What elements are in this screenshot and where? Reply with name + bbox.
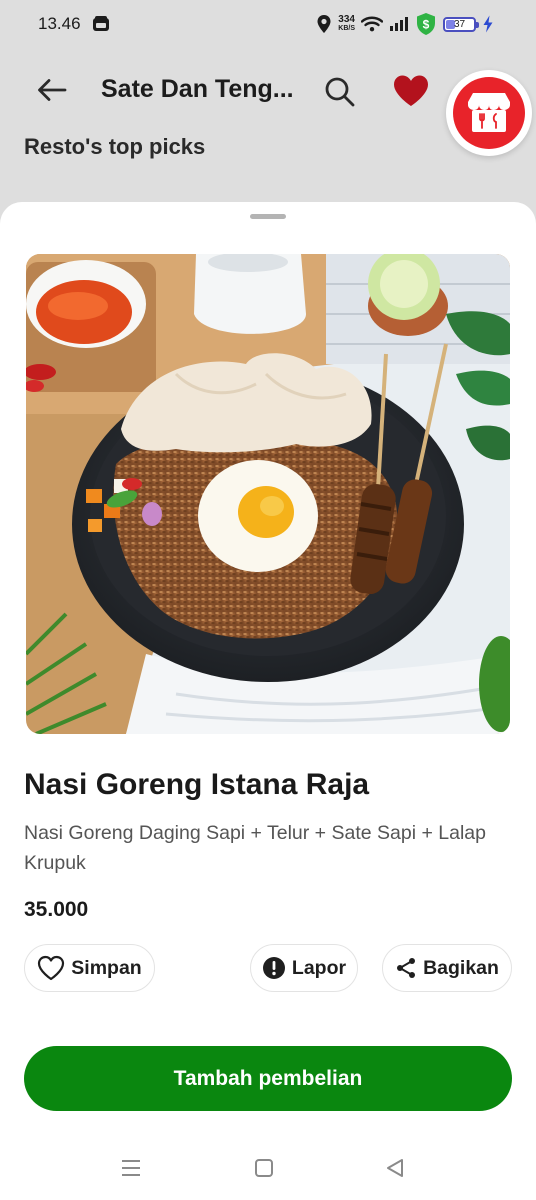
location-icon <box>317 15 331 33</box>
menu-icon <box>122 1160 140 1176</box>
recent-apps-button[interactable] <box>117 1154 145 1182</box>
product-image <box>26 254 510 734</box>
product-description: Nasi Goreng Daging Sapi + Telur + Sate S… <box>24 822 486 874</box>
status-indicators: 334 KB/S $ 37 <box>316 12 494 36</box>
wifi-icon <box>361 16 383 32</box>
sheet-drag-handle[interactable] <box>250 214 286 219</box>
triangle-back-icon <box>387 1159 403 1177</box>
report-label: Lapor <box>291 956 347 979</box>
heart-outline-icon <box>38 955 65 981</box>
heart-icon <box>394 75 428 106</box>
share-button[interactable]: Bagikan <box>382 944 512 992</box>
home-button[interactable] <box>250 1154 278 1182</box>
back-nav-button[interactable] <box>381 1154 409 1182</box>
battery-indicator: 37 <box>443 16 479 32</box>
save-button[interactable]: Simpan <box>24 944 155 992</box>
screen: 13.46 334 KB/S $ 37 Sate Dan Teng... Res… <box>0 0 536 1200</box>
search-button[interactable] <box>320 72 360 112</box>
network-speed: 334 KB/S <box>338 15 355 33</box>
security-shield-icon: $ <box>417 13 435 35</box>
store-button[interactable] <box>446 70 532 156</box>
battery-tip <box>476 21 479 28</box>
status-bar: 13.46 334 KB/S $ 37 <box>0 0 536 48</box>
share-label: Bagikan <box>423 956 499 979</box>
network-speed-value: 334 <box>338 14 355 25</box>
back-button[interactable] <box>32 72 72 108</box>
svg-text:$: $ <box>423 18 430 32</box>
app-notification-icon <box>93 16 109 31</box>
charging-bolt-icon <box>483 15 493 33</box>
battery-percent: 37 <box>453 18 466 30</box>
signal-icon <box>390 17 408 31</box>
product-price: 35.000 <box>24 898 89 921</box>
alert-icon <box>262 957 285 979</box>
report-button[interactable]: Lapor <box>250 944 358 992</box>
product-bottom-sheet: Nasi Goreng Istana Raja Nasi Goreng Dagi… <box>0 202 536 1200</box>
status-time: 13.46 <box>38 14 81 33</box>
system-navigation-bar <box>0 1146 536 1190</box>
save-label: Simpan <box>71 956 142 979</box>
square-icon <box>255 1159 273 1177</box>
add-to-cart-button[interactable]: Tambah pembelian <box>24 1046 512 1111</box>
favorite-button[interactable] <box>388 70 434 112</box>
search-icon <box>325 77 355 107</box>
arrow-left-icon <box>38 79 67 101</box>
product-name: Nasi Goreng Istana Raja <box>24 768 370 801</box>
fried-rice-dish-photo <box>26 254 510 734</box>
share-icon <box>397 958 416 978</box>
section-title: Resto's top picks <box>24 134 206 159</box>
network-speed-unit: KB/S <box>338 25 355 32</box>
store-icon <box>453 77 525 149</box>
restaurant-header: Sate Dan Teng... <box>0 58 536 156</box>
restaurant-title: Sate Dan Teng... <box>101 75 294 103</box>
